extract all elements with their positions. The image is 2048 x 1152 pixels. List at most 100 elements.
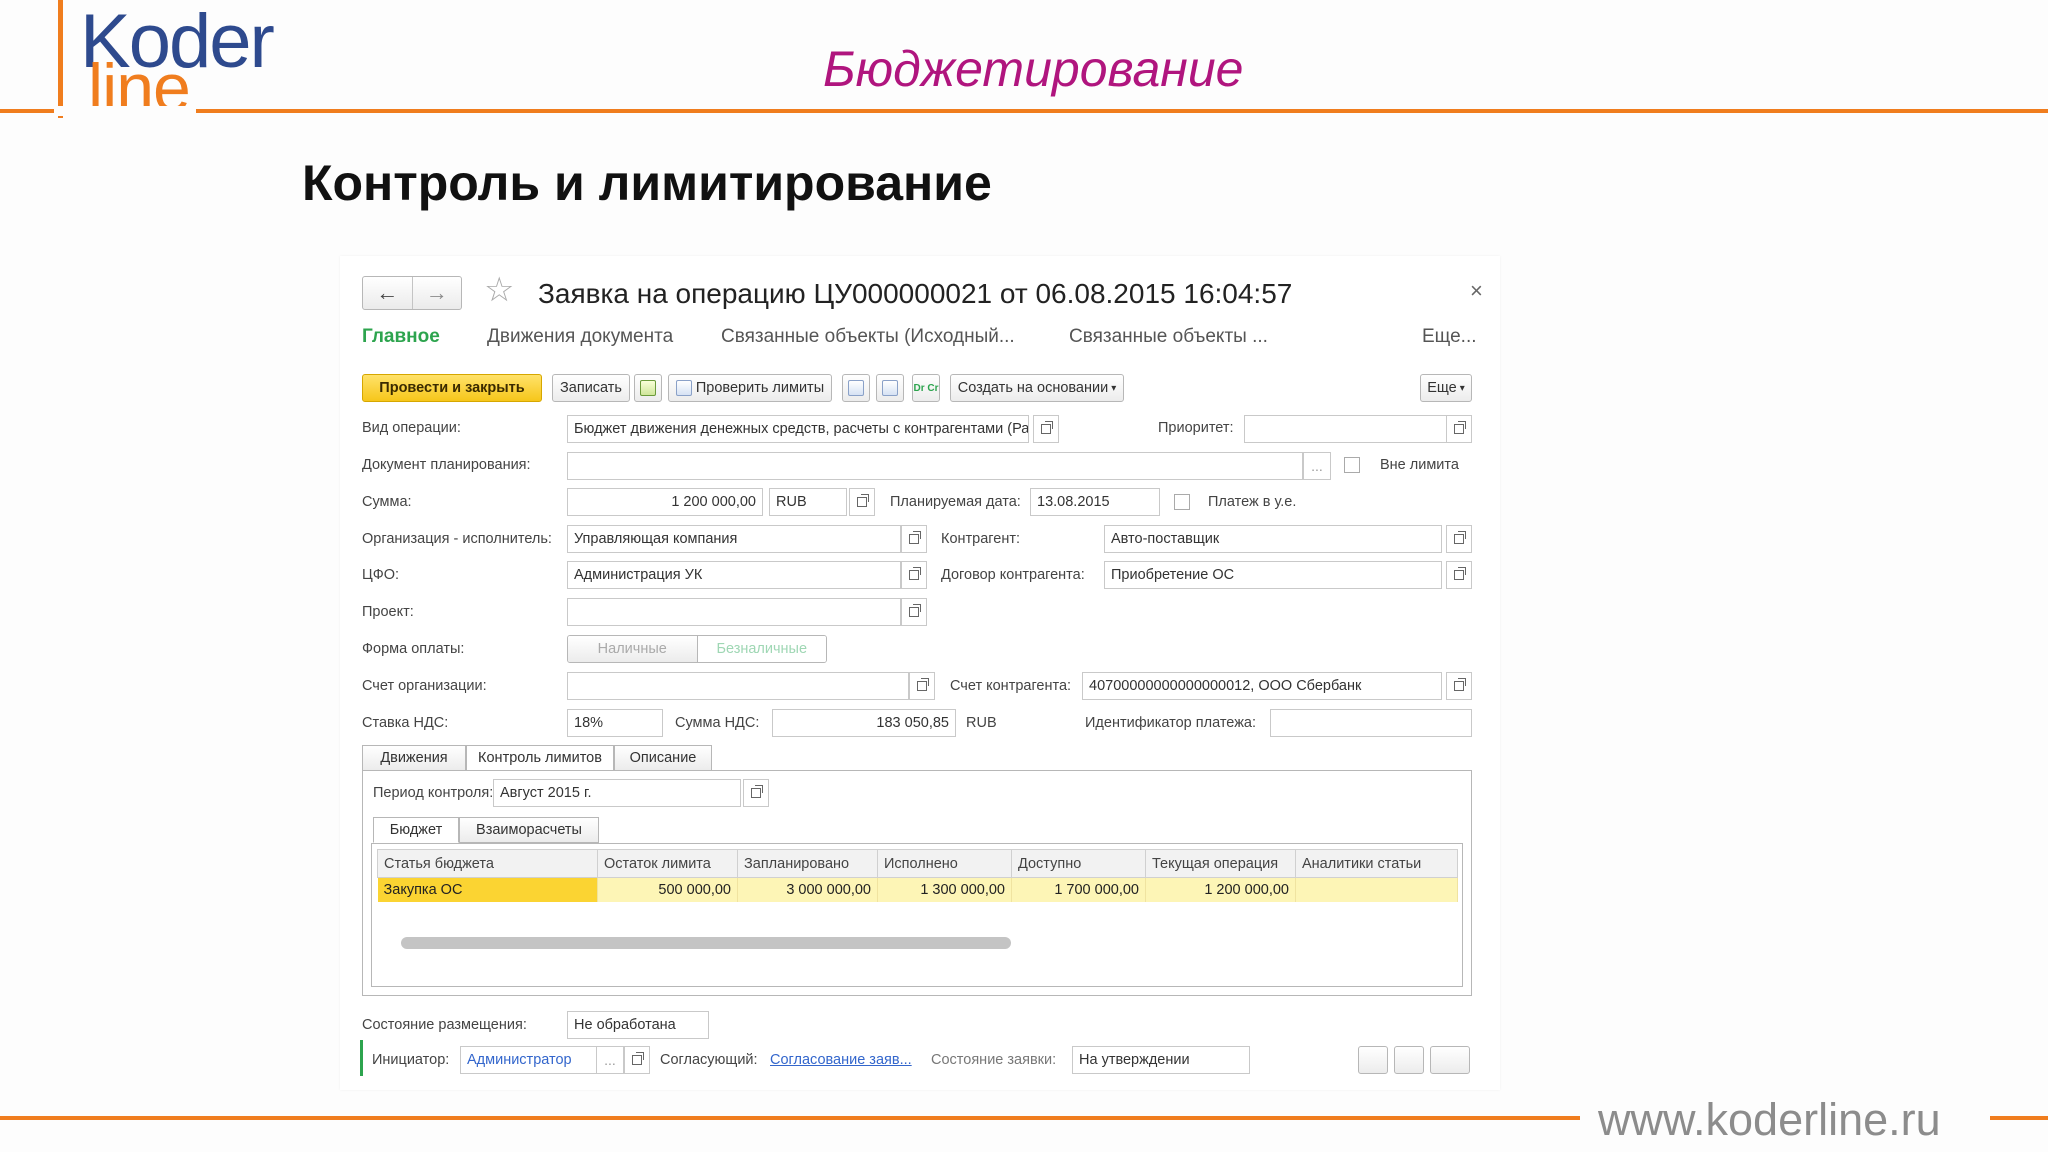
open-icon[interactable] — [909, 672, 935, 700]
open-icon[interactable] — [901, 598, 927, 626]
currency-field[interactable]: RUB — [769, 488, 847, 516]
close-icon[interactable]: × — [1470, 278, 1483, 304]
cell-current-operation[interactable]: 1 200 000,00 — [1145, 877, 1296, 902]
chevron-down-icon: ▾ — [1459, 382, 1465, 394]
open-icon[interactable] — [743, 779, 769, 807]
open-icon[interactable] — [1446, 415, 1472, 443]
open-icon[interactable] — [1446, 672, 1472, 700]
open-icon[interactable] — [901, 525, 927, 553]
org-label: Организация - исполнитель: — [362, 531, 552, 547]
tab-description[interactable]: Описание — [614, 745, 712, 771]
open-icon[interactable] — [901, 561, 927, 589]
approver-link[interactable]: Согласование заяв... — [770, 1052, 912, 1068]
state-field[interactable]: На утверждении — [1072, 1046, 1250, 1074]
planning-doc-label: Документ планирования: — [362, 457, 531, 473]
placement-field[interactable]: Не обработана — [567, 1011, 709, 1039]
dtcr-button[interactable]: Dr Cr — [912, 374, 940, 402]
cell-limit-balance[interactable]: 500 000,00 — [597, 877, 738, 902]
tab-movements[interactable]: Движения — [362, 745, 466, 771]
payment-ue-checkbox[interactable] — [1174, 494, 1190, 510]
check-limits-button[interactable]: Проверить лимиты — [668, 374, 832, 402]
payment-cashless-option[interactable]: Безналичные — [696, 636, 826, 662]
tab-budget[interactable]: Бюджет — [373, 817, 459, 843]
select-dots-icon[interactable]: ... — [1303, 452, 1331, 480]
vat-rate-label: Ставка НДС: — [362, 715, 449, 731]
vat-sum-field[interactable]: 183 050,85 — [772, 709, 956, 737]
print-button[interactable] — [842, 374, 870, 402]
tab-more[interactable]: Еще... — [1422, 326, 1477, 348]
cell-executed[interactable]: 1 300 000,00 — [877, 877, 1012, 902]
cell-budget-item[interactable]: Закупка ОС — [377, 877, 598, 902]
vat-rate-field[interactable]: 18% — [567, 709, 663, 737]
approver-label: Согласующий: — [660, 1052, 758, 1068]
open-icon[interactable] — [1446, 561, 1472, 589]
org-account-field[interactable] — [567, 672, 909, 700]
tab-settlements[interactable]: Взаиморасчеты — [459, 817, 599, 843]
cp-account-field[interactable]: 40700000000000000012, ООО Сбербанк — [1082, 672, 1442, 700]
col-available[interactable]: Доступно — [1011, 849, 1146, 878]
horizontal-scrollbar[interactable] — [379, 937, 1453, 949]
payment-id-field[interactable] — [1270, 709, 1472, 737]
col-limit-balance[interactable]: Остаток лимита — [597, 849, 738, 878]
payment-form-label: Форма оплаты: — [362, 641, 465, 657]
amount-field[interactable]: 1 200 000,00 — [567, 488, 763, 516]
limit-control-panel: Период контроля: Август 2015 г. Бюджет В… — [362, 770, 1472, 996]
scrollbar-thumb[interactable] — [401, 937, 1011, 949]
col-item-analytics[interactable]: Аналитики статьи — [1295, 849, 1458, 878]
col-budget-item[interactable]: Статья бюджета — [377, 849, 598, 878]
amount-label: Сумма: — [362, 494, 412, 510]
priority-field[interactable] — [1244, 415, 1448, 443]
table-row[interactable]: Закупка ОС 500 000,00 3 000 000,00 1 300… — [377, 877, 1458, 902]
out-of-limit-checkbox[interactable] — [1344, 457, 1360, 473]
payment-cash-option[interactable]: Наличные — [568, 636, 697, 662]
counterparty-field[interactable]: Авто-поставщик — [1104, 525, 1442, 553]
cell-item-analytics[interactable] — [1295, 877, 1458, 902]
create-based-on-dropdown[interactable]: Создать на основании ▾ — [950, 374, 1124, 402]
col-executed[interactable]: Исполнено — [877, 849, 1012, 878]
vat-currency-label: RUB — [966, 715, 997, 731]
more-actions-dropdown[interactable]: Еще ▾ — [1420, 374, 1472, 402]
arrow-right-icon: → — [425, 280, 448, 305]
cfo-field[interactable]: Администрация УК — [567, 561, 901, 589]
back-button[interactable]: ← — [363, 277, 412, 309]
open-icon[interactable] — [624, 1046, 650, 1074]
tab-limit-control[interactable]: Контроль лимитов — [466, 745, 614, 771]
cp-account-label: Счет контрагента: — [950, 678, 1072, 694]
initiator-field[interactable]: Администратор — [460, 1046, 598, 1074]
comment-button[interactable] — [876, 374, 904, 402]
op-type-field[interactable]: Бюджет движения денежных средств, расчет… — [567, 415, 1029, 443]
cell-planned[interactable]: 3 000 000,00 — [737, 877, 878, 902]
period-field[interactable]: Август 2015 г. — [493, 779, 741, 807]
arrow-left-icon: ← — [376, 280, 399, 305]
post-button[interactable] — [634, 374, 662, 402]
select-dots-icon[interactable]: ... — [596, 1046, 624, 1074]
post-and-close-button[interactable]: Провести и закрыть — [362, 374, 542, 402]
project-field[interactable] — [567, 598, 901, 626]
more-actions-label: Еще — [1427, 380, 1457, 396]
bottom-divider-right — [1990, 1116, 2048, 1120]
planned-date-field[interactable]: 13.08.2015 — [1030, 488, 1160, 516]
top-divider-gap — [54, 106, 196, 116]
org-field[interactable]: Управляющая компания — [567, 525, 901, 553]
check-limits-label: Проверить лимиты — [695, 380, 825, 396]
col-planned[interactable]: Запланировано — [737, 849, 878, 878]
tab-related-source[interactable]: Связанные объекты (Исходный... — [721, 326, 1015, 348]
star-icon[interactable]: ☆ — [484, 270, 514, 310]
top-divider — [0, 109, 2048, 113]
col-current-operation[interactable]: Текущая операция — [1145, 849, 1296, 878]
open-icon[interactable] — [849, 488, 875, 516]
edit-icon[interactable] — [1358, 1046, 1388, 1074]
approval-menu-icon[interactable] — [1430, 1046, 1470, 1074]
document-icon[interactable] — [1394, 1046, 1424, 1074]
tab-related-objects[interactable]: Связанные объекты ... — [1069, 326, 1268, 348]
cell-available[interactable]: 1 700 000,00 — [1011, 877, 1146, 902]
open-icon[interactable] — [1446, 525, 1472, 553]
forward-button[interactable]: → — [411, 277, 462, 309]
tab-main[interactable]: Главное — [362, 326, 440, 348]
save-button[interactable]: Записать — [552, 374, 630, 402]
create-based-on-label: Создать на основании — [957, 380, 1109, 396]
contract-field[interactable]: Приобретение ОС — [1104, 561, 1442, 589]
planning-doc-field[interactable] — [567, 452, 1303, 480]
open-icon[interactable] — [1033, 415, 1059, 443]
tab-document-movements[interactable]: Движения документа — [487, 326, 673, 348]
